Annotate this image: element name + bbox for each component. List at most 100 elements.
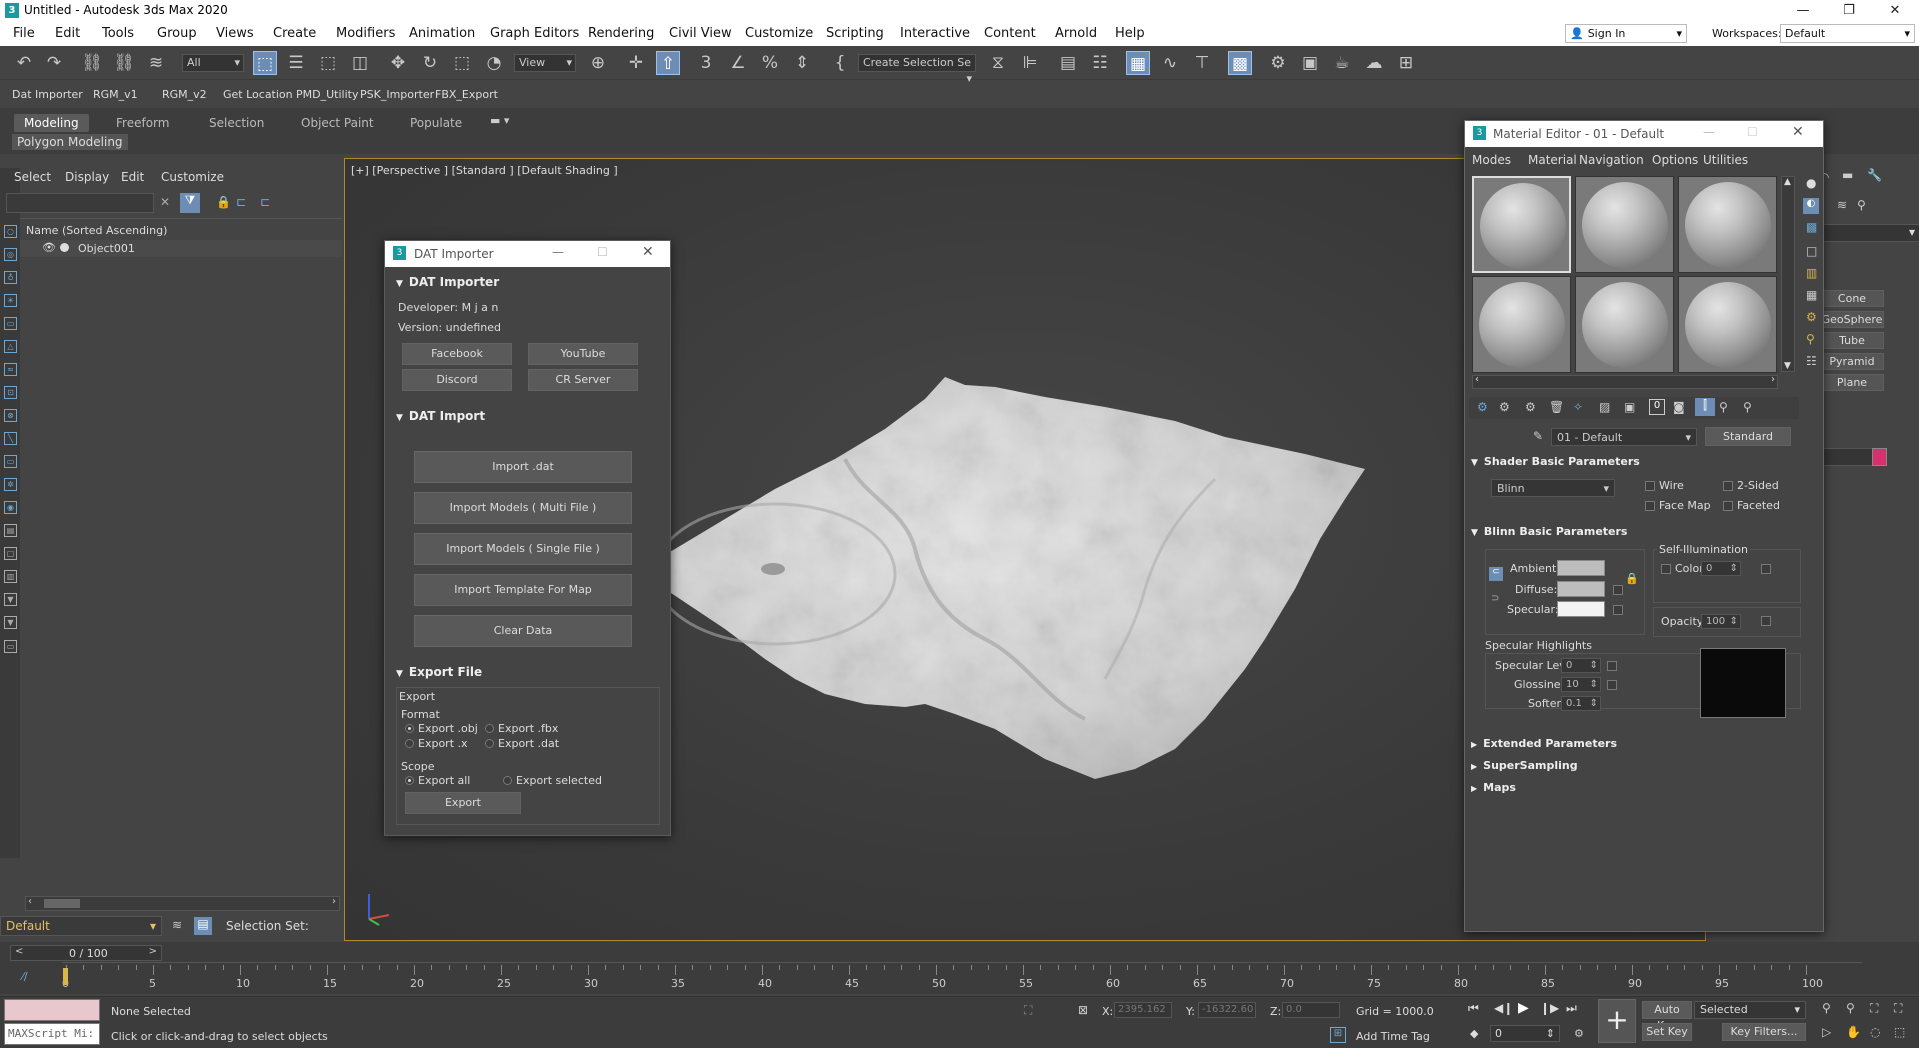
display-frozen-icon[interactable]: ◉ <box>4 501 17 514</box>
key-mode-icon[interactable]: ◆ <box>1470 1027 1478 1040</box>
redo-icon[interactable]: ↷ <box>42 51 66 75</box>
menu-tools[interactable]: Tools <box>102 26 134 41</box>
absolute-mode-icon[interactable]: ⊠ <box>1078 1003 1088 1017</box>
layer-icon[interactable]: ⊏ <box>260 195 270 209</box>
shelf-rgm-v1[interactable]: RGM_v1 <box>93 88 138 101</box>
x-coordinate-field[interactable]: 2395.162 <box>1114 1002 1172 1018</box>
prev-frame-icon[interactable]: < <box>15 946 23 957</box>
named-selection-dropdown[interactable]: Create Selection Se ▾ <box>858 54 976 85</box>
tab-modeling[interactable]: Modeling <box>14 114 89 132</box>
horizontal-scrollbar[interactable]: ‹ › <box>25 896 340 911</box>
rollout-header-maps[interactable]: ▶ Maps <box>1471 781 1516 801</box>
utilities-tab-icon[interactable]: 🔧 <box>1867 168 1882 182</box>
keyboard-shortcut-override-icon[interactable]: ⇧ <box>656 51 680 75</box>
display-space-warps-icon[interactable]: ≈ <box>4 363 17 376</box>
snaps-toggle-icon[interactable]: 3 <box>694 51 718 75</box>
menu-modifiers[interactable]: Modifiers <box>336 26 395 41</box>
set-key-button[interactable]: Set Key <box>1642 1023 1692 1041</box>
auto-key-button[interactable]: Auto Key <box>1642 1001 1692 1032</box>
list-item[interactable]: 👁 Object001 <box>20 240 342 257</box>
set-key-big-button[interactable]: + <box>1598 999 1636 1043</box>
shelf-get-location[interactable]: Get Location <box>223 88 293 101</box>
object-type-dropdown[interactable]: ▾ <box>1815 224 1919 242</box>
go-to-parent-icon[interactable]: ⚲ <box>1719 400 1728 414</box>
object-color-swatch[interactable] <box>1872 448 1887 466</box>
scroll-left-icon[interactable]: ‹ <box>28 896 32 907</box>
plane-button[interactable]: Plane <box>1820 374 1884 391</box>
menu-customize[interactable]: Customize <box>745 26 813 41</box>
import-dat-button[interactable]: Import .dat <box>414 451 632 483</box>
material-id-channel-icon[interactable]: ▣ <box>1624 400 1635 414</box>
menu-arnold[interactable]: Arnold <box>1055 26 1097 41</box>
make-unique-icon[interactable]: ✧ <box>1573 400 1583 414</box>
z-coordinate-field[interactable]: 0.0 <box>1282 1002 1340 1018</box>
display-all-icon[interactable]: ▤ <box>4 524 17 537</box>
format-dat-radio[interactable] <box>485 739 494 748</box>
scroll-right-icon[interactable]: › <box>332 896 336 907</box>
select-by-name-icon[interactable]: ☰ <box>284 51 308 75</box>
scope-all-radio[interactable] <box>405 776 414 785</box>
menu-civil-view[interactable]: Civil View <box>669 26 732 41</box>
close-icon[interactable]: ✕ <box>642 244 654 260</box>
mirror-icon[interactable]: ⧖ <box>986 51 1010 75</box>
menu-scripting[interactable]: Scripting <box>826 26 884 41</box>
orbit-icon[interactable]: ◌ <box>1870 1025 1880 1039</box>
diffuse-color-swatch[interactable] <box>1557 581 1605 597</box>
time-cursor[interactable] <box>63 968 68 985</box>
current-frame-field[interactable]: 0 ⇕ <box>1490 1025 1560 1042</box>
specular-level-map-button[interactable] <box>1607 661 1617 671</box>
ambient-color-swatch[interactable] <box>1557 560 1605 576</box>
close-icon[interactable]: ✕ <box>1792 124 1804 140</box>
scroll-left-icon[interactable]: ‹ <box>1475 374 1479 385</box>
menu-group[interactable]: Group <box>157 26 197 41</box>
lock-diffuse-specular-icon[interactable]: ⊃ <box>1491 593 1499 604</box>
track-bar[interactable]: 0510152025303540455055606570758085909510… <box>62 962 1862 994</box>
shelf-pmd-utility[interactable]: PMD_Utility <box>296 88 358 101</box>
mat-menu-options[interactable]: Options <box>1652 153 1698 167</box>
minimize-icon[interactable]: — <box>1703 125 1715 139</box>
soften-spinner[interactable]: 0.1 ⇕ <box>1561 696 1601 711</box>
eye-icon[interactable]: 👁 <box>42 241 56 254</box>
display-helpers-icon[interactable]: △ <box>4 340 17 353</box>
assign-to-selection-icon[interactable]: ⚙ <box>1525 400 1536 414</box>
slot-horizontal-scrollbar[interactable]: ‹ › <box>1472 374 1778 389</box>
eyedropper-icon[interactable]: ✎ <box>1533 429 1543 443</box>
import-template-button[interactable]: Import Template For Map <box>414 574 632 606</box>
filter-toggle-icon[interactable]: ⧩ <box>180 193 200 213</box>
options-icon[interactable]: ⚙ <box>1806 310 1817 324</box>
material-slot[interactable] <box>1472 176 1571 273</box>
export-button[interactable]: Export <box>405 792 521 814</box>
select-object-icon[interactable]: ⬚ <box>253 51 277 75</box>
scroll-down-icon[interactable]: ▼ <box>1784 361 1791 371</box>
close-icon[interactable]: ✕ <box>1872 0 1918 22</box>
facebook-button[interactable]: Facebook <box>402 343 512 365</box>
column-header-name[interactable]: Name (Sorted Ascending) <box>26 224 167 237</box>
show-end-result-icon[interactable]: ⫿ <box>1695 398 1715 416</box>
zoom-extents-icon[interactable]: ⛶ <box>1870 1001 1878 1016</box>
tube-button[interactable]: Tube <box>1820 332 1884 349</box>
menu-animation[interactable]: Animation <box>409 26 475 41</box>
undo-icon[interactable]: ↶ <box>12 51 36 75</box>
render-production-icon[interactable]: ☕ <box>1330 51 1354 75</box>
scope-selected-radio[interactable] <box>503 776 512 785</box>
percent-snap-icon[interactable]: % <box>758 51 782 75</box>
ribbon-subtab-polygon-modeling[interactable]: Polygon Modeling <box>12 134 128 150</box>
face-map-checkbox[interactable] <box>1645 501 1655 511</box>
wire-checkbox[interactable] <box>1645 481 1655 491</box>
zoom-all-icon[interactable]: ⚲ <box>1846 1001 1855 1015</box>
go-forward-sibling-icon[interactable]: ⚲ <box>1743 400 1752 414</box>
sample-type-icon[interactable]: ● <box>1806 176 1816 190</box>
menu-views[interactable]: Views <box>216 26 254 41</box>
rollout-header-shader-basic[interactable]: ▼ Shader Basic Parameters <box>1471 455 1807 475</box>
material-slot[interactable] <box>1472 276 1571 373</box>
rollout-header-blinn-basic[interactable]: ▼ Blinn Basic Parameters <box>1471 525 1627 545</box>
menu-create[interactable]: Create <box>273 26 316 41</box>
specular-map-button[interactable] <box>1613 605 1623 615</box>
format-obj-radio[interactable] <box>405 724 414 733</box>
hierarchy-tab-icon[interactable]: ▬ <box>1842 168 1853 182</box>
maxscript-mini-listener[interactable]: MAXScript Mi: <box>4 1023 100 1045</box>
maximize-icon[interactable]: ☐ <box>597 245 608 259</box>
bind-space-warp-icon[interactable]: ≋ <box>144 51 168 75</box>
display-xrefs-icon[interactable]: ⊗ <box>4 409 17 422</box>
rollout-header-supersampling[interactable]: ▶ SuperSampling <box>1471 759 1578 779</box>
